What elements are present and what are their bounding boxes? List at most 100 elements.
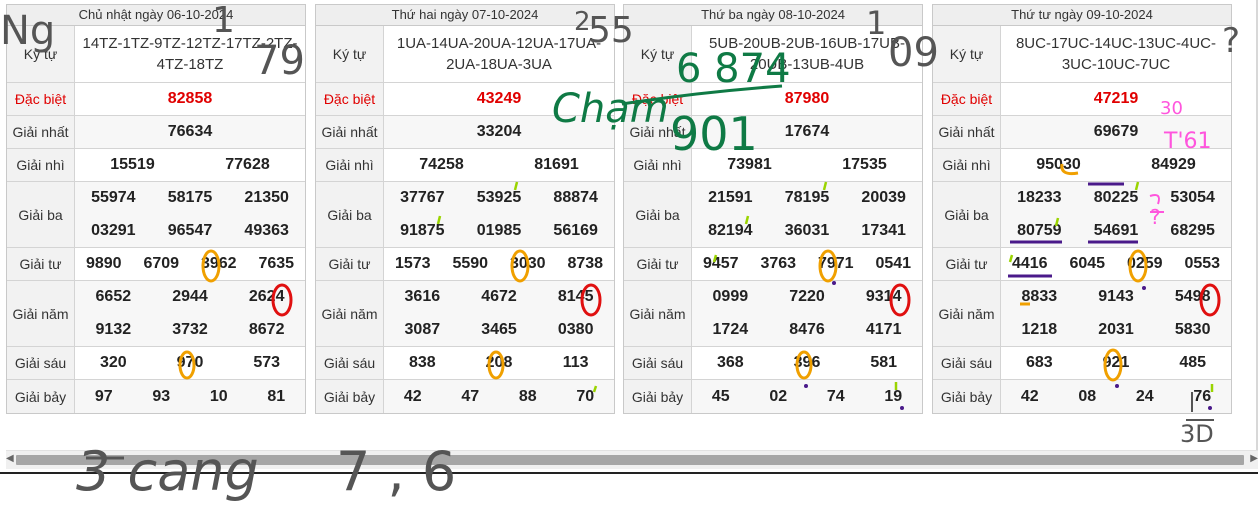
fifth-prize: 3732: [172, 320, 208, 338]
row-sixth: Giải sáu 683 921 485: [933, 347, 1231, 380]
row-second: Giải nhì 73981 17535: [624, 149, 922, 182]
scroll-right-icon[interactable]: ▶: [1250, 453, 1258, 464]
second-prize: 95030: [1036, 156, 1081, 173]
fifth-prize: 9314: [865, 288, 902, 306]
seventh-prize: 97: [94, 387, 113, 405]
row-fifth: Giải năm 3616 4672 8145 3087 3465 0380: [316, 281, 614, 347]
fifth-prize: 0999: [712, 288, 749, 306]
row-fourth: Giải tư 1573 5590 3030 8738: [316, 248, 614, 281]
seventh-prize: 10: [209, 387, 228, 405]
row-code: Ký tự 14TZ-1TZ-9TZ-12TZ-17TZ-2TZ-4TZ-18T…: [7, 26, 305, 83]
row-label: Giải sáu: [933, 347, 1001, 379]
fifth-prize: 3087: [404, 320, 441, 338]
row-sixth: Giải sáu 368 396 581: [624, 347, 922, 380]
fifth-prize: 9132: [95, 320, 132, 338]
third-prize: 53054: [1170, 189, 1215, 207]
scroll-thumb[interactable]: [16, 455, 1244, 465]
second-prize: 17535: [842, 156, 887, 173]
sixth-prize: 581: [870, 354, 898, 371]
fourth-prize: 7635: [258, 255, 295, 272]
row-label: Giải ba: [624, 182, 692, 247]
fifth-prize: 8833: [1021, 288, 1058, 306]
row-first: Giải nhất 33204: [316, 116, 614, 149]
row-label: Ký tự: [624, 26, 692, 82]
row-label: Đặc biệt: [316, 83, 384, 115]
code-value: 5UB-20UB-2UB-16UB-17UB-20UB-13UB-4UB: [709, 35, 905, 73]
third-prize: 17341: [861, 221, 906, 239]
row-label: Giải tư: [624, 248, 692, 280]
row-fifth: Giải năm 0999 7220 9314 1724 8476 4171: [624, 281, 922, 347]
row-label: Giải bảy: [7, 380, 75, 413]
row-third: Giải ba 18233 80225 53054 80759 54691 68…: [933, 182, 1231, 248]
fifth-prize: 3465: [481, 320, 517, 338]
row-label: Giải năm: [7, 281, 75, 346]
row-label: Giải ba: [316, 182, 384, 247]
third-prize: 21350: [244, 189, 289, 207]
row-label: Giải sáu: [316, 347, 384, 379]
code-value: 8UC-17UC-14UC-13UC-4UC-3UC-10UC-7UC: [1015, 35, 1217, 73]
result-table-day-4: Thứ tư ngày 09-10-2024 Ký tự 8UC-17UC-14…: [932, 4, 1232, 414]
fourth-prize: 3962: [200, 255, 237, 272]
third-prize: 18233: [1017, 189, 1062, 207]
row-label: Giải bảy: [624, 380, 692, 413]
code-value: 14TZ-1TZ-9TZ-12TZ-17TZ-2TZ-4TZ-18TZ: [82, 35, 298, 73]
fourth-prize: 8738: [567, 255, 604, 272]
row-third: Giải ba 21591 78195 20039 82194 36031 17…: [624, 182, 922, 248]
third-prize: 53925: [476, 189, 522, 207]
fifth-prize: 5830: [1174, 320, 1211, 338]
sixth-prize: 396: [793, 354, 821, 371]
result-table-day-2: Thứ hai ngày 07-10-2024 Ký tự 1UA-14UA-2…: [315, 4, 615, 414]
third-prize: 91875: [400, 221, 445, 239]
result-table-day-1: Chủ nhật ngày 06-10-2024 Ký tự 14TZ-1TZ-…: [6, 4, 306, 414]
row-second: Giải nhì 95030 84929: [933, 149, 1231, 182]
special-prize: 43249: [476, 90, 522, 107]
third-prize: 80759: [1017, 221, 1062, 239]
row-label: Giải năm: [624, 281, 692, 346]
row-label: Giải bảy: [316, 380, 384, 413]
row-special: Đặc biệt 47219: [933, 83, 1231, 116]
row-seventh: Giải bảy 45 02 74 19: [624, 380, 922, 413]
third-prize: 37767: [400, 189, 445, 207]
fifth-prize: 2944: [172, 288, 208, 306]
second-prize: 74258: [419, 156, 464, 173]
row-second: Giải nhì 74258 81691: [316, 149, 614, 182]
third-prize: 68295: [1170, 221, 1215, 239]
fifth-prize: 8145: [557, 288, 594, 306]
row-label: Đặc biệt: [933, 83, 1001, 115]
fifth-prize: 2624: [248, 288, 285, 306]
fifth-prize: 5498: [1174, 288, 1211, 306]
fourth-prize: 9457: [702, 255, 739, 272]
row-label: Ký tự: [933, 26, 1001, 82]
fourth-prize: 7971: [817, 255, 854, 272]
row-label: Giải sáu: [7, 347, 75, 379]
third-prize: 55974: [91, 189, 136, 207]
first-prize: 76634: [167, 123, 213, 140]
second-prize: 84929: [1151, 156, 1196, 173]
fifth-prize: 6652: [95, 288, 132, 306]
row-third: Giải ba 37767 53925 88874 91875 01985 56…: [316, 182, 614, 248]
row-special: Đặc biệt 87980: [624, 83, 922, 116]
fifth-prize: 8672: [248, 320, 285, 338]
fourth-prize: 3763: [760, 255, 797, 272]
row-fifth: Giải năm 6652 2944 2624 9132 3732 8672: [7, 281, 305, 347]
row-label: Giải bảy: [933, 380, 1001, 413]
first-prize: 33204: [476, 123, 522, 140]
seventh-prize: 19: [884, 387, 903, 405]
second-prize: 15519: [110, 156, 155, 173]
code-value: 1UA-14UA-20UA-12UA-17UA-2UA-18UA-3UA: [396, 35, 602, 73]
scroll-left-icon[interactable]: ◀: [6, 453, 14, 464]
horizontal-scrollbar[interactable]: ◀ ▶: [6, 450, 1258, 469]
fourth-prize: 1573: [394, 255, 431, 272]
third-prize: 49363: [244, 221, 289, 239]
sixth-prize: 573: [253, 354, 281, 371]
row-special: Đặc biệt 82858: [7, 83, 305, 116]
row-seventh: Giải bảy 97 93 10 81: [7, 380, 305, 413]
seventh-prize: 76: [1193, 387, 1212, 405]
row-label: Giải nhất: [316, 116, 384, 148]
second-prize: 81691: [534, 156, 579, 173]
sixth-prize: 683: [1025, 354, 1053, 371]
row-label: Giải năm: [316, 281, 384, 346]
second-prize: 73981: [727, 156, 772, 173]
third-prize: 01985: [476, 221, 522, 239]
table-date-header: Thứ ba ngày 08-10-2024: [624, 5, 922, 26]
